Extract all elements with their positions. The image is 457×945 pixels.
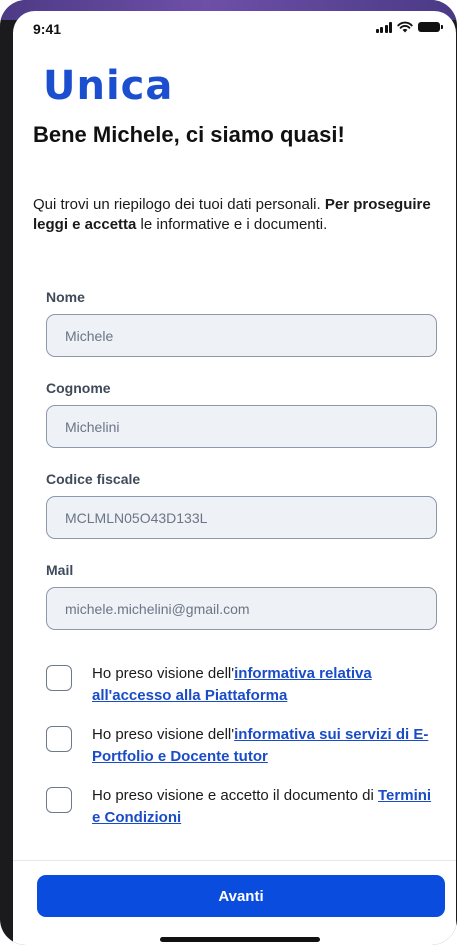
page-title: Bene Michele, ci siamo quasi!	[33, 122, 345, 147]
home-indicator	[160, 937, 320, 942]
consent-terms-checkbox[interactable]	[46, 787, 72, 813]
email-label: Mail	[46, 562, 74, 578]
signal-icon	[375, 21, 392, 33]
consent-eportfolio-prefix: Ho preso visione dell'	[92, 726, 235, 743]
first-name-label: Nome	[46, 289, 85, 305]
intro-lead: Qui trovi un riepilogo dei tuoi dati per…	[33, 196, 325, 213]
device-frame: 9:41 Unica Bene Michele, ci siamo quasi!…	[0, 0, 457, 945]
status-time: 9:41	[33, 21, 62, 37]
last-name-label: Cognome	[46, 380, 111, 396]
consent-terms-prefix: Ho preso visione e accetto il documento …	[92, 787, 378, 804]
first-name-field[interactable]	[46, 314, 437, 357]
app-screen: 9:41 Unica Bene Michele, ci siamo quasi!…	[13, 11, 456, 945]
tax-code-field[interactable]	[46, 496, 437, 539]
next-button[interactable]: Avanti	[37, 875, 445, 917]
battery-icon	[418, 22, 443, 32]
wifi-icon	[397, 21, 413, 33]
consent-platform-checkbox[interactable]	[46, 665, 72, 691]
consent-terms-text: Ho preso visione e accetto il documento …	[92, 785, 432, 829]
last-name-field[interactable]	[46, 405, 437, 448]
status-icons	[375, 21, 443, 33]
consent-eportfolio-checkbox[interactable]	[46, 726, 72, 752]
consent-eportfolio-row: Ho preso visione dell'informativa sui se…	[46, 724, 446, 768]
brand-logo: Unica	[43, 63, 174, 109]
consent-platform-prefix: Ho preso visione dell'	[92, 665, 235, 682]
consent-platform-text: Ho preso visione dell'informativa relati…	[92, 663, 432, 707]
email-field[interactable]	[46, 587, 437, 630]
consent-eportfolio-text: Ho preso visione dell'informativa sui se…	[92, 724, 432, 768]
consent-terms-row: Ho preso visione e accetto il documento …	[46, 785, 446, 829]
footer-divider	[13, 860, 456, 861]
status-bar: 9:41	[13, 11, 456, 45]
intro-tail: le informative e i documenti.	[136, 216, 328, 233]
consent-platform-row: Ho preso visione dell'informativa relati…	[46, 663, 446, 707]
tax-code-label: Codice fiscale	[46, 471, 141, 487]
intro-text: Qui trovi un riepilogo dei tuoi dati per…	[33, 195, 453, 235]
